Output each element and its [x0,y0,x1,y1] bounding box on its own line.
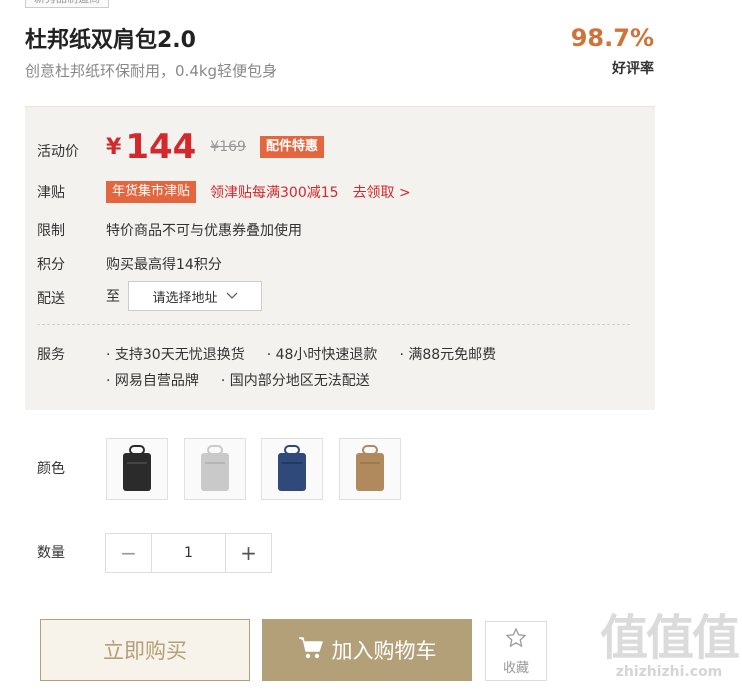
product-subtitle: 创意杜邦纸环保耐用，0.4kg轻便包身 [25,62,278,80]
product-tag: 新秀品制造商 [25,0,109,8]
buy-now-label: 立即购买 [103,639,187,663]
chevron-down-icon [226,289,238,304]
service-item: · 网易自营品牌 [106,373,199,389]
service-row: 服务 [37,344,106,364]
service-item: · 满88元免邮费 [399,347,497,363]
color-option-black[interactable] [106,438,168,500]
delivery-label: 配送 [37,291,65,307]
price-badge: 配件特惠 [259,136,324,158]
favorite-label: 收藏 [502,660,529,676]
info-panel: 活动价 ¥ 144 ¥169 配件特惠 津贴 年货集市津贴 领津贴每满300减1… [25,106,655,410]
price-value: 144 [125,127,197,167]
subsidy-label: 津贴 [37,185,65,201]
rating-value: 98.7% [570,24,654,52]
watermark: 值值值 zhizhizhi.com [599,610,740,680]
watermark-url: zhizhizhi.com [615,664,723,680]
quantity-minus-button[interactable]: − [106,534,151,572]
original-price: ¥169 [210,139,246,155]
points-label: 积分 [37,257,65,273]
subsidy-row: 津贴 年货集市津贴 领津贴每满300减15 去领取 > [37,181,411,203]
service-line-2: · 网易自营品牌 · 国内部分地区无法配送 [106,370,392,390]
buy-now-button[interactable]: 立即购买 [40,619,250,681]
quantity-stepper: − 1 + [105,533,272,573]
address-select[interactable]: 请选择地址 [128,281,262,311]
cart-icon [298,636,324,665]
backpack-icon [201,445,229,491]
delivery-prefix: 至 [106,289,120,305]
price-symbol: ¥ [106,134,122,160]
service-label: 服务 [37,347,65,363]
quantity-input[interactable]: 1 [151,534,226,572]
quantity-plus-button[interactable]: + [226,534,271,572]
add-to-cart-button[interactable]: 加入购物车 [262,619,472,681]
backpack-icon [123,445,151,491]
points-text: 购买最高得14积分 [106,257,222,273]
subsidy-badge: 年货集市津贴 [106,181,197,203]
rating-label: 好评率 [612,61,654,77]
delivery-row: 配送 至 请选择地址 [37,281,262,311]
limit-row: 限制 特价商品不可与优惠券叠加使用 [37,220,302,240]
color-option-khaki[interactable] [339,438,401,500]
subsidy-claim-link[interactable]: 去领取 > [353,182,411,202]
price-row: 活动价 ¥ 144 ¥169 配件特惠 [37,127,324,167]
add-to-cart-label: 加入购物车 [331,639,437,663]
price-label: 活动价 [37,144,79,160]
watermark-logo: 值值值 [599,610,740,666]
service-line-1: · 支持30天无忧退换货 · 48小时快速退款 · 满88元免邮费 [106,344,518,364]
points-row: 积分 购买最高得14积分 [37,254,222,274]
color-option-blue[interactable] [261,438,323,500]
quantity-label: 数量 [37,545,65,561]
backpack-icon [278,445,306,491]
service-item: · 48小时快速退款 [266,347,378,363]
color-option-gray[interactable] [184,438,246,500]
address-placeholder: 请选择地址 [152,290,218,306]
backpack-icon [356,445,384,491]
section-divider [37,324,630,325]
color-label: 颜色 [37,461,65,477]
star-icon [505,627,527,653]
service-item: · 国内部分地区无法配送 [220,373,370,389]
favorite-button[interactable]: 收藏 [485,621,547,681]
subsidy-desc[interactable]: 领津贴每满300减15 [210,182,339,202]
limit-label: 限制 [37,223,65,239]
product-title: 杜邦纸双肩包2.0 [25,28,196,53]
service-item: · 支持30天无忧退换货 [106,347,245,363]
limit-text: 特价商品不可与优惠券叠加使用 [106,223,302,239]
rating-block: 98.7% 好评率 [571,22,654,78]
